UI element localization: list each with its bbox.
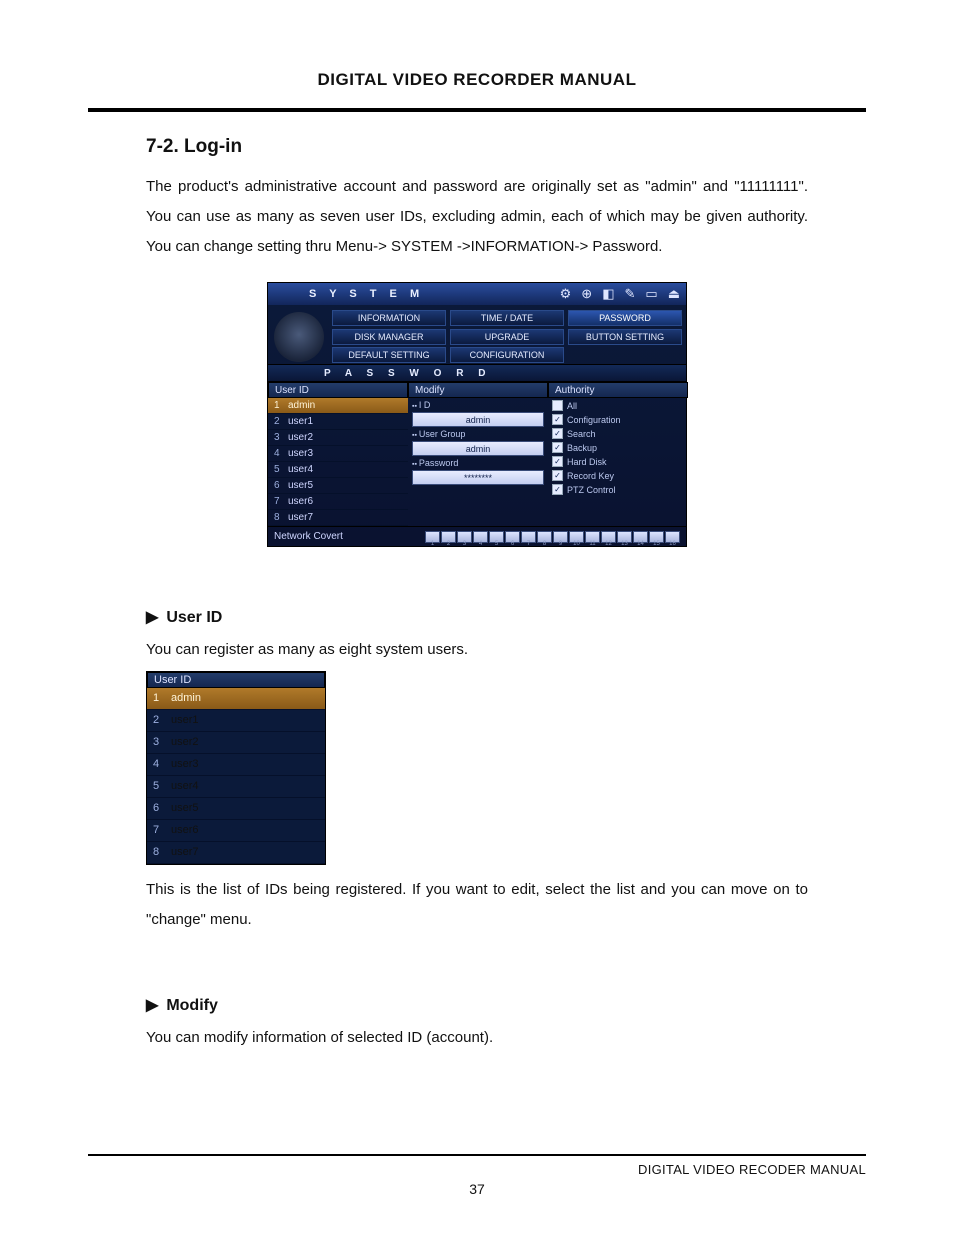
col-header-authority: Authority: [548, 382, 688, 398]
section-heading: 7-2. Log-in: [146, 136, 808, 158]
authority-checkbox[interactable]: ✓Backup: [552, 442, 684, 453]
modify-password-field[interactable]: ********: [412, 470, 544, 485]
userid-list-screenshot: User ID 1admin 2user1 3user2 4user3 5use…: [146, 671, 326, 865]
page-number: 37: [0, 1181, 954, 1197]
channel-checkbox[interactable]: 4: [473, 531, 488, 543]
modify-text: You can modify information of selected I…: [146, 1023, 808, 1053]
channel-checkbox[interactable]: 15: [649, 531, 664, 543]
user-row[interactable]: 6user5: [147, 798, 325, 820]
col-header-modify: Modify: [408, 382, 548, 398]
channel-checkbox[interactable]: 16: [665, 531, 680, 543]
channel-checkbox[interactable]: 13: [617, 531, 632, 543]
intro-paragraph: The product's administrative account and…: [146, 172, 808, 262]
authority-checkbox[interactable]: ✓Configuration: [552, 414, 684, 425]
triangle-icon: ▶: [146, 995, 158, 1015]
user-row[interactable]: 7user6: [147, 820, 325, 842]
userid-after-text: This is the list of IDs being registered…: [146, 875, 808, 935]
tab-default-setting[interactable]: DEFAULT SETTING: [332, 347, 446, 363]
channel-checkbox[interactable]: 5: [489, 531, 504, 543]
modify-password-label: Password: [412, 458, 544, 468]
footer-text: DIGITAL VIDEO RECODER MANUAL: [88, 1162, 866, 1177]
channel-checkbox[interactable]: 3: [457, 531, 472, 543]
user-row[interactable]: 7user6: [268, 494, 408, 510]
col-header-userid: User ID: [268, 382, 408, 398]
tab-configuration[interactable]: CONFIGURATION: [450, 347, 564, 363]
user-row[interactable]: 1admin: [147, 688, 325, 710]
modify-group-label: User Group: [412, 429, 544, 439]
tab-information[interactable]: INFORMATION: [332, 310, 446, 326]
tab-button-setting[interactable]: BUTTON SETTING: [568, 329, 682, 345]
user-row[interactable]: 4user3: [147, 754, 325, 776]
channel-checkbox[interactable]: 7: [521, 531, 536, 543]
user-row[interactable]: 5user4: [268, 462, 408, 478]
system-tabs: INFORMATION TIME / DATE PASSWORD DISK MA…: [332, 310, 682, 364]
system-titlebar: S Y S T E M ⚙ ⊕ ◧ ✎ ▭ ⏏: [268, 283, 686, 305]
user-row[interactable]: 8user7: [147, 842, 325, 864]
panel-title: P A S S W O R D: [268, 364, 686, 382]
channel-checkbox[interactable]: 12: [601, 531, 616, 543]
modify-id-label: I D: [412, 400, 544, 410]
user-row[interactable]: 5user4: [147, 776, 325, 798]
authority-checkbox[interactable]: ✓Hard Disk: [552, 456, 684, 467]
authority-checkbox[interactable]: ✓PTZ Control: [552, 484, 684, 495]
user-row[interactable]: 4user3: [268, 446, 408, 462]
tab-time-date[interactable]: TIME / DATE: [450, 310, 564, 326]
userid-text: You can register as many as eight system…: [146, 635, 808, 665]
modify-group-field[interactable]: admin: [412, 441, 544, 456]
system-title: S Y S T E M: [274, 288, 560, 300]
user-row[interactable]: 2user1: [268, 414, 408, 430]
authority-checkbox[interactable]: All: [552, 400, 684, 411]
top-rule: [88, 108, 866, 112]
disc-icon[interactable]: ⊕: [581, 286, 592, 302]
titlebar-icons: ⚙ ⊕ ◧ ✎ ▭ ⏏: [560, 286, 680, 302]
triangle-icon: ▶: [146, 607, 158, 627]
modify-id-field[interactable]: admin: [412, 412, 544, 427]
channel-checkbox[interactable]: 9: [553, 531, 568, 543]
channel-checkbox[interactable]: 8: [537, 531, 552, 543]
channel-checkbox[interactable]: 14: [633, 531, 648, 543]
channel-checkbox[interactable]: 1: [425, 531, 440, 543]
doc-title: DIGITAL VIDEO RECORDER MANUAL: [88, 70, 866, 90]
panel-icon[interactable]: ◧: [602, 286, 614, 302]
user-row[interactable]: 3user2: [147, 732, 325, 754]
authority-checkbox[interactable]: ✓Search: [552, 428, 684, 439]
footer-rule: [88, 1154, 866, 1156]
channel-checkbox[interactable]: 11: [585, 531, 600, 543]
user-row[interactable]: 3user2: [268, 430, 408, 446]
user-row[interactable]: 2user1: [147, 710, 325, 732]
user-row[interactable]: 6user5: [268, 478, 408, 494]
userid-heading: ▶User ID: [146, 607, 808, 627]
system-password-screenshot: S Y S T E M ⚙ ⊕ ◧ ✎ ▭ ⏏ INFORMATION TIME…: [267, 282, 687, 547]
channel-checkbox[interactable]: 10: [569, 531, 584, 543]
network-covert-row: Network Covert 12345678910111213141516: [268, 526, 686, 546]
tab-upgrade[interactable]: UPGRADE: [450, 329, 564, 345]
tab-disk-manager[interactable]: DISK MANAGER: [332, 329, 446, 345]
eject-icon[interactable]: ⏏: [668, 286, 680, 302]
pencil-icon[interactable]: ✎: [625, 286, 636, 302]
tab-password[interactable]: PASSWORD: [568, 310, 682, 326]
screen-icon[interactable]: ▭: [645, 286, 657, 302]
channel-checkbox[interactable]: 2: [441, 531, 456, 543]
col-header-userid: User ID: [147, 672, 325, 688]
user-row[interactable]: 1admin: [268, 398, 408, 414]
gear-icon[interactable]: ⚙: [560, 286, 572, 302]
jog-wheel-icon: [274, 312, 324, 362]
authority-checkbox[interactable]: ✓Record Key: [552, 470, 684, 481]
user-row[interactable]: 8user7: [268, 510, 408, 526]
modify-heading: ▶Modify: [146, 995, 808, 1015]
channel-checkbox[interactable]: 6: [505, 531, 520, 543]
network-covert-label: Network Covert: [274, 531, 343, 542]
